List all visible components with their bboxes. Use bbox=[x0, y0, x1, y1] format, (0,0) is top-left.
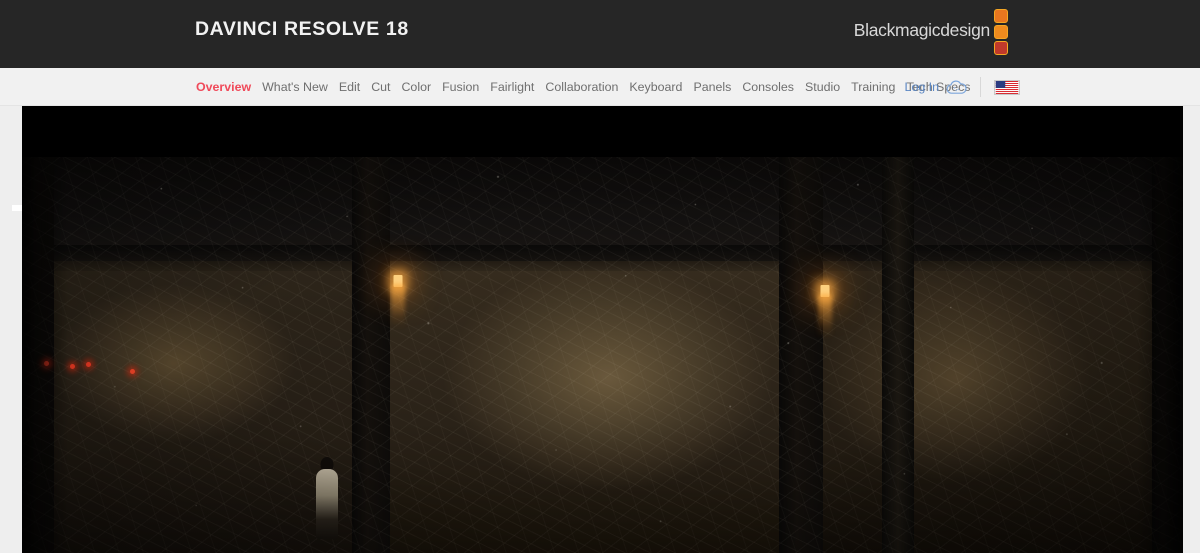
scene-figure bbox=[314, 457, 340, 547]
scene-pillar-right bbox=[882, 157, 914, 553]
login-label: Log In bbox=[904, 79, 939, 94]
blackmagic-wordmark: Blackmagicdesign bbox=[853, 20, 991, 41]
page-title: DAVINCI RESOLVE 18 bbox=[195, 18, 409, 40]
hero-letterbox-top bbox=[22, 106, 1183, 157]
hero-edge-shadow-left bbox=[22, 157, 68, 553]
scene-lantern-left bbox=[388, 275, 408, 335]
votive-light bbox=[86, 362, 91, 367]
nav-item-fairlight[interactable]: Fairlight bbox=[490, 80, 534, 93]
hero-edge-shadow-right bbox=[1137, 157, 1183, 553]
scene-lantern-right bbox=[815, 285, 835, 345]
nav-item-list: Overview What's New Edit Cut Color Fusio… bbox=[196, 68, 971, 106]
scrollbar-nub[interactable] bbox=[12, 205, 22, 211]
nav-item-cut[interactable]: Cut bbox=[371, 80, 390, 93]
site-header: DAVINCI RESOLVE 18 Blackmagicdesign bbox=[0, 0, 1200, 68]
hero-video-still[interactable] bbox=[22, 106, 1183, 553]
logo-square-middle bbox=[994, 25, 1008, 39]
locale-selector[interactable] bbox=[981, 79, 1020, 95]
blackmagic-squares-icon bbox=[994, 9, 1008, 55]
nav-item-training[interactable]: Training bbox=[851, 80, 895, 93]
lantern-glow bbox=[391, 284, 405, 328]
nav-item-consoles[interactable]: Consoles bbox=[742, 80, 794, 93]
nav-item-edit[interactable]: Edit bbox=[339, 80, 360, 93]
scene-wall-panel-left bbox=[22, 261, 358, 553]
nav-item-studio[interactable]: Studio bbox=[805, 80, 840, 93]
scene-wall-panel-right bbox=[822, 261, 1157, 553]
nav-item-overview[interactable]: Overview bbox=[196, 80, 251, 93]
scene-pillar-center bbox=[779, 157, 823, 553]
votive-light bbox=[130, 369, 135, 374]
nav-item-panels[interactable]: Panels bbox=[693, 80, 731, 93]
scene-pillar-left bbox=[352, 157, 390, 553]
votive-light bbox=[70, 364, 75, 369]
main-navigation: Overview What's New Edit Cut Color Fusio… bbox=[0, 68, 1200, 106]
logo-square-bottom bbox=[994, 41, 1008, 55]
scene-upper-beam-shadow bbox=[22, 245, 1183, 271]
nav-item-whats-new[interactable]: What's New bbox=[262, 80, 328, 93]
scene-upper-beam bbox=[22, 157, 1183, 251]
logo-square-top bbox=[994, 9, 1008, 23]
nav-item-collaboration[interactable]: Collaboration bbox=[545, 80, 618, 93]
nav-item-keyboard[interactable]: Keyboard bbox=[629, 80, 682, 93]
lantern-glow bbox=[818, 294, 832, 338]
figure-body bbox=[316, 469, 338, 539]
nav-utility-group: Log In bbox=[905, 68, 1020, 106]
nav-item-fusion[interactable]: Fusion bbox=[442, 80, 479, 93]
page-body bbox=[0, 106, 1200, 553]
hero-image bbox=[22, 157, 1183, 553]
blackmagic-design-logo[interactable]: Blackmagicdesign bbox=[854, 8, 1008, 56]
us-flag-icon bbox=[994, 79, 1020, 95]
nav-item-color[interactable]: Color bbox=[401, 80, 431, 93]
cloud-icon bbox=[945, 80, 968, 95]
scene-wall-panel-center bbox=[388, 261, 788, 553]
login-button[interactable]: Log In bbox=[905, 80, 980, 95]
